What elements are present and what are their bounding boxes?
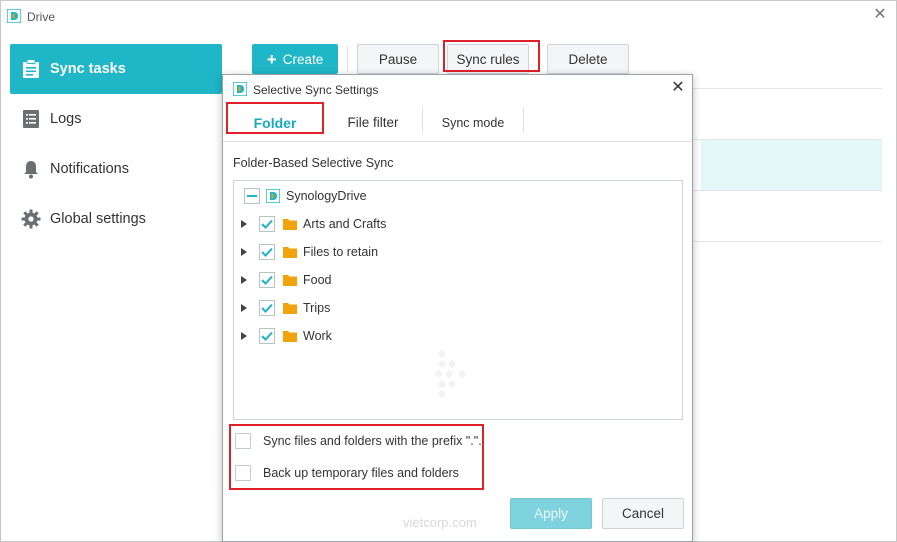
tree-item-work[interactable]: Work (239, 326, 332, 346)
tab-folder[interactable]: Folder (227, 104, 323, 141)
checkbox-unchecked[interactable] (235, 465, 251, 481)
expand-caret-icon[interactable] (239, 275, 249, 285)
section-label: Folder-Based Selective Sync (233, 156, 394, 170)
window-close-icon[interactable]: ✕ (872, 7, 888, 23)
option-sync-prefix[interactable]: Sync files and folders with the prefix "… (235, 431, 482, 451)
create-label: Create (282, 51, 324, 67)
folder-icon (283, 303, 297, 314)
drive-logo-icon (266, 189, 280, 203)
tab-file-filter[interactable]: File filter (327, 104, 419, 141)
bell-icon (20, 158, 42, 180)
selective-sync-dialog: Selective Sync Settings ✕ Folder File fi… (222, 74, 693, 542)
folder-tree: SynologyDrive Arts and Crafts Files to r… (233, 180, 683, 420)
partial-checkbox[interactable] (244, 188, 260, 204)
option-backup-temp[interactable]: Back up temporary files and folders (235, 463, 459, 483)
delete-button[interactable]: Delete (547, 44, 629, 74)
tree-item-trips[interactable]: Trips (239, 298, 330, 318)
tree-root-row[interactable]: SynologyDrive (244, 186, 367, 206)
watermark-arrow-icon (434, 349, 467, 399)
sidebar-item-label: Global settings (50, 211, 146, 227)
app-title: Drive (27, 10, 56, 24)
checkbox-checked[interactable] (259, 244, 275, 260)
apply-button[interactable]: Apply (510, 498, 592, 529)
toolbar-divider (347, 46, 348, 72)
title-bar: Drive ✕ (1, 1, 896, 33)
sidebar-item-label: Logs (50, 111, 82, 127)
tree-item-files-to-retain[interactable]: Files to retain (239, 242, 378, 262)
cancel-button[interactable]: Cancel (602, 498, 684, 529)
tree-item-label: Files to retain (303, 245, 379, 259)
sidebar-item-logs[interactable]: Logs (10, 94, 222, 144)
sidebar-item-label: Sync tasks (50, 61, 126, 77)
tree-item-label: Arts and Crafts (303, 217, 387, 231)
tree-item-food[interactable]: Food (239, 270, 332, 290)
tree-item-arts-and-crafts[interactable]: Arts and Crafts (239, 214, 386, 234)
clipboard-icon (20, 58, 42, 80)
sidebar-item-sync-tasks[interactable]: Sync tasks (10, 44, 222, 94)
expand-caret-icon[interactable] (239, 247, 249, 257)
dialog-tabs: Folder File filter Sync mode (223, 104, 692, 142)
create-button[interactable]: + Create (252, 44, 338, 74)
tree-item-label: Food (303, 273, 332, 287)
tab-sync-mode[interactable]: Sync mode (423, 104, 523, 141)
folder-icon (283, 331, 297, 342)
checkbox-checked[interactable] (259, 300, 275, 316)
folder-icon (283, 219, 297, 230)
option-label: Back up temporary files and folders (263, 466, 459, 480)
pause-button[interactable]: Pause (357, 44, 439, 74)
drive-logo-icon (233, 82, 247, 96)
dialog-close-icon[interactable]: ✕ (670, 80, 686, 96)
sync-rules-button[interactable]: Sync rules (447, 44, 529, 74)
folder-icon (283, 275, 297, 286)
sidebar-item-global-settings[interactable]: Global settings (10, 194, 222, 244)
watermark-text: vietcorp.com (403, 515, 477, 530)
expand-caret-icon[interactable] (239, 219, 249, 229)
tree-item-label: Trips (303, 301, 331, 315)
drive-logo-icon (7, 9, 21, 23)
folder-icon (283, 247, 297, 258)
expand-caret-icon[interactable] (239, 303, 249, 313)
option-label: Sync files and folders with the prefix "… (263, 434, 482, 448)
checkbox-checked[interactable] (259, 272, 275, 288)
gear-icon (20, 208, 42, 230)
checkbox-checked[interactable] (259, 216, 275, 232)
expand-caret-icon[interactable] (239, 331, 249, 341)
tree-item-label: Work (303, 329, 332, 343)
dialog-title: Selective Sync Settings (253, 83, 379, 97)
tab-separator (523, 107, 524, 133)
checkbox-unchecked[interactable] (235, 433, 251, 449)
sidebar-item-label: Notifications (50, 161, 129, 177)
plus-icon: + (266, 49, 277, 69)
checkbox-checked[interactable] (259, 328, 275, 344)
tree-item-label: SynologyDrive (286, 189, 367, 203)
selected-task-row[interactable] (701, 140, 882, 190)
document-list-icon (20, 108, 42, 130)
sidebar: Sync tasks Logs Notifications Global set… (10, 44, 222, 244)
sidebar-item-notifications[interactable]: Notifications (10, 144, 222, 194)
